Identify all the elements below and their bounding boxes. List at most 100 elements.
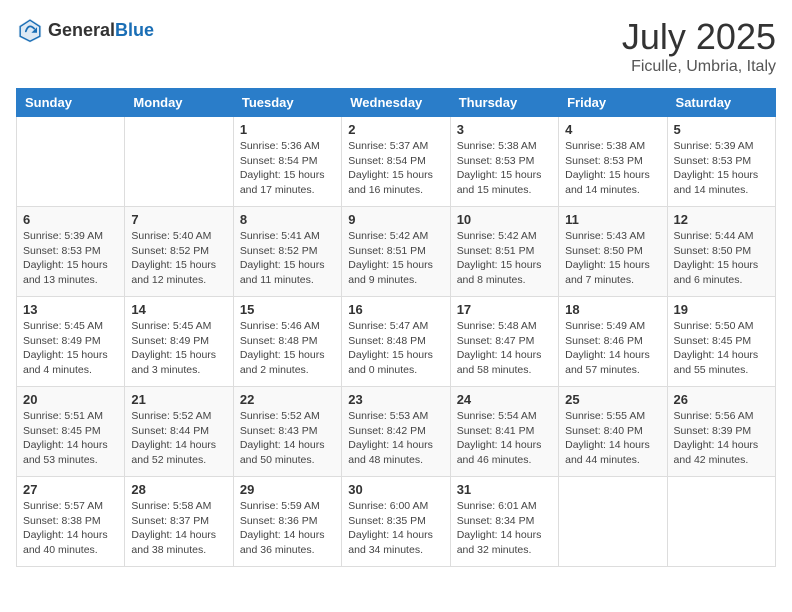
calendar-week-row: 1 Sunrise: 5:36 AM Sunset: 8:54 PM Daylig… (17, 117, 776, 207)
day-info: Sunrise: 5:55 AM Sunset: 8:40 PM Dayligh… (565, 409, 660, 468)
table-row: 10 Sunrise: 5:42 AM Sunset: 8:51 PM Dayli… (450, 207, 558, 297)
day-number: 12 (674, 212, 769, 227)
day-number: 18 (565, 302, 660, 317)
col-tuesday: Tuesday (233, 89, 341, 117)
day-info: Sunrise: 5:54 AM Sunset: 8:41 PM Dayligh… (457, 409, 552, 468)
table-row: 28 Sunrise: 5:58 AM Sunset: 8:37 PM Dayli… (125, 477, 233, 567)
day-number: 8 (240, 212, 335, 227)
table-row: 17 Sunrise: 5:48 AM Sunset: 8:47 PM Dayli… (450, 297, 558, 387)
logo-text: GeneralBlue (48, 20, 154, 41)
table-row: 12Sunrise: 5:44 AM Sunset: 8:50 PM Dayli… (667, 207, 775, 297)
col-saturday: Saturday (667, 89, 775, 117)
day-number: 7 (131, 212, 226, 227)
day-number: 27 (23, 482, 118, 497)
location-subtitle: Ficulle, Umbria, Italy (622, 58, 776, 76)
day-number: 5 (674, 122, 769, 137)
table-row: 26 Sunrise: 5:56 AM Sunset: 8:39 PM Dayli… (667, 387, 775, 477)
calendar-header-row: Sunday Monday Tuesday Wednesday Thursday… (17, 89, 776, 117)
table-row: 29 Sunrise: 5:59 AM Sunset: 8:36 PM Dayli… (233, 477, 341, 567)
day-number: 9 (348, 212, 443, 227)
month-title: July 2025 (622, 16, 776, 58)
day-number: 31 (457, 482, 552, 497)
table-row: 6 Sunrise: 5:39 AM Sunset: 8:53 PM Daylig… (17, 207, 125, 297)
table-row: 8 Sunrise: 5:41 AM Sunset: 8:52 PM Daylig… (233, 207, 341, 297)
day-number: 15 (240, 302, 335, 317)
day-info: Sunrise: 5:42 AM Sunset: 8:51 PM Dayligh… (457, 229, 552, 288)
day-info: Sunrise: 5:48 AM Sunset: 8:47 PM Dayligh… (457, 319, 552, 378)
table-row: 23Sunrise: 5:53 AM Sunset: 8:42 PM Dayli… (342, 387, 450, 477)
day-number: 4 (565, 122, 660, 137)
day-info: Sunrise: 5:52 AM Sunset: 8:43 PM Dayligh… (240, 409, 335, 468)
table-row (125, 117, 233, 207)
day-info: Sunrise: 5:42 AM Sunset: 8:51 PM Dayligh… (348, 229, 443, 288)
day-number: 29 (240, 482, 335, 497)
day-info: Sunrise: 5:36 AM Sunset: 8:54 PM Dayligh… (240, 139, 335, 198)
col-friday: Friday (559, 89, 667, 117)
day-number: 21 (131, 392, 226, 407)
day-info: Sunrise: 5:38 AM Sunset: 8:53 PM Dayligh… (565, 139, 660, 198)
calendar-week-row: 6 Sunrise: 5:39 AM Sunset: 8:53 PM Daylig… (17, 207, 776, 297)
day-info: Sunrise: 5:38 AM Sunset: 8:53 PM Dayligh… (457, 139, 552, 198)
table-row (667, 477, 775, 567)
table-row: 31Sunrise: 6:01 AM Sunset: 8:34 PM Dayli… (450, 477, 558, 567)
calendar-week-row: 27 Sunrise: 5:57 AM Sunset: 8:38 PM Dayli… (17, 477, 776, 567)
day-info: Sunrise: 5:41 AM Sunset: 8:52 PM Dayligh… (240, 229, 335, 288)
day-info: Sunrise: 5:56 AM Sunset: 8:39 PM Dayligh… (674, 409, 769, 468)
day-number: 30 (348, 482, 443, 497)
day-number: 25 (565, 392, 660, 407)
logo-icon (16, 16, 44, 44)
col-sunday: Sunday (17, 89, 125, 117)
day-number: 23 (348, 392, 443, 407)
title-area: July 2025 Ficulle, Umbria, Italy (622, 16, 776, 76)
table-row: 15 Sunrise: 5:46 AM Sunset: 8:48 PM Dayli… (233, 297, 341, 387)
table-row: 5 Sunrise: 5:39 AM Sunset: 8:53 PM Daylig… (667, 117, 775, 207)
day-number: 26 (674, 392, 769, 407)
page-header: GeneralBlue July 2025 Ficulle, Umbria, I… (16, 16, 776, 76)
day-number: 10 (457, 212, 552, 227)
table-row: 9 Sunrise: 5:42 AM Sunset: 8:51 PM Daylig… (342, 207, 450, 297)
table-row: 2 Sunrise: 5:37 AM Sunset: 8:54 PM Daylig… (342, 117, 450, 207)
day-info: Sunrise: 5:43 AM Sunset: 8:50 PM Dayligh… (565, 229, 660, 288)
day-info: Sunrise: 5:51 AM Sunset: 8:45 PM Dayligh… (23, 409, 118, 468)
table-row: 4 Sunrise: 5:38 AM Sunset: 8:53 PM Daylig… (559, 117, 667, 207)
table-row: 21 Sunrise: 5:52 AM Sunset: 8:44 PM Dayli… (125, 387, 233, 477)
day-info: Sunrise: 5:52 AM Sunset: 8:44 PM Dayligh… (131, 409, 226, 468)
table-row: 11 Sunrise: 5:43 AM Sunset: 8:50 PM Dayli… (559, 207, 667, 297)
col-monday: Monday (125, 89, 233, 117)
day-info: Sunrise: 5:58 AM Sunset: 8:37 PM Dayligh… (131, 499, 226, 558)
day-number: 2 (348, 122, 443, 137)
day-info: Sunrise: 5:39 AM Sunset: 8:53 PM Dayligh… (23, 229, 118, 288)
day-number: 24 (457, 392, 552, 407)
logo: GeneralBlue (16, 16, 154, 44)
day-info: Sunrise: 5:40 AM Sunset: 8:52 PM Dayligh… (131, 229, 226, 288)
table-row: 3 Sunrise: 5:38 AM Sunset: 8:53 PM Daylig… (450, 117, 558, 207)
day-info: Sunrise: 5:39 AM Sunset: 8:53 PM Dayligh… (674, 139, 769, 198)
day-number: 11 (565, 212, 660, 227)
day-number: 17 (457, 302, 552, 317)
day-info: Sunrise: 5:37 AM Sunset: 8:54 PM Dayligh… (348, 139, 443, 198)
day-number: 28 (131, 482, 226, 497)
day-number: 20 (23, 392, 118, 407)
day-info: Sunrise: 6:00 AM Sunset: 8:35 PM Dayligh… (348, 499, 443, 558)
day-info: Sunrise: 5:57 AM Sunset: 8:38 PM Dayligh… (23, 499, 118, 558)
table-row: 19 Sunrise: 5:50 AM Sunset: 8:45 PM Dayli… (667, 297, 775, 387)
day-info: Sunrise: 5:59 AM Sunset: 8:36 PM Dayligh… (240, 499, 335, 558)
day-number: 1 (240, 122, 335, 137)
table-row: 13Sunrise: 5:45 AM Sunset: 8:49 PM Dayli… (17, 297, 125, 387)
table-row: 27 Sunrise: 5:57 AM Sunset: 8:38 PM Dayli… (17, 477, 125, 567)
day-number: 19 (674, 302, 769, 317)
col-thursday: Thursday (450, 89, 558, 117)
day-info: Sunrise: 5:50 AM Sunset: 8:45 PM Dayligh… (674, 319, 769, 378)
table-row: 16Sunrise: 5:47 AM Sunset: 8:48 PM Dayli… (342, 297, 450, 387)
day-number: 3 (457, 122, 552, 137)
table-row: 20 Sunrise: 5:51 AM Sunset: 8:45 PM Dayli… (17, 387, 125, 477)
table-row: 18Sunrise: 5:49 AM Sunset: 8:46 PM Dayli… (559, 297, 667, 387)
calendar-table: Sunday Monday Tuesday Wednesday Thursday… (16, 88, 776, 567)
table-row: 30 Sunrise: 6:00 AM Sunset: 8:35 PM Dayli… (342, 477, 450, 567)
day-number: 6 (23, 212, 118, 227)
logo-blue: Blue (115, 20, 154, 40)
day-info: Sunrise: 5:47 AM Sunset: 8:48 PM Dayligh… (348, 319, 443, 378)
day-info: Sunrise: 5:45 AM Sunset: 8:49 PM Dayligh… (23, 319, 118, 378)
day-info: Sunrise: 5:46 AM Sunset: 8:48 PM Dayligh… (240, 319, 335, 378)
calendar-week-row: 13Sunrise: 5:45 AM Sunset: 8:49 PM Dayli… (17, 297, 776, 387)
